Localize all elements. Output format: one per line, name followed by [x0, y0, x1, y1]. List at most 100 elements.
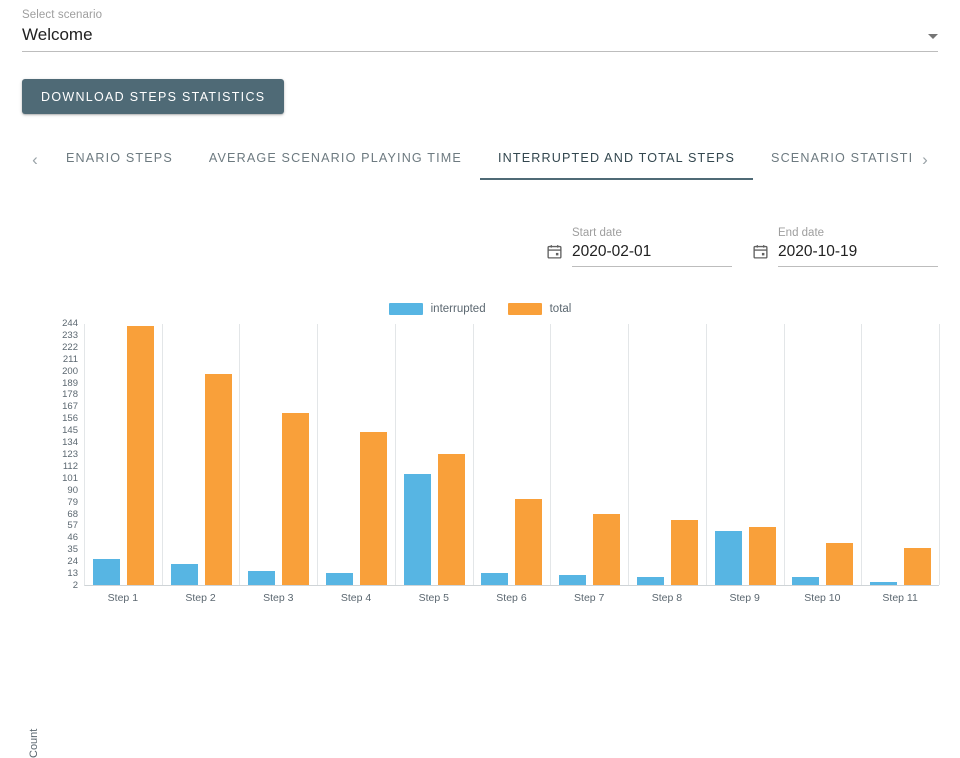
- tab-bar: ‹ ENARIO STEPS AVERAGE SCENARIO PLAYING …: [22, 138, 938, 180]
- y-axis-title: Count: [28, 729, 40, 758]
- bar-group: [240, 324, 318, 585]
- chart-plot-area: [84, 324, 939, 586]
- chevron-down-icon[interactable]: [928, 34, 938, 39]
- end-date-value: 2020-10-19: [778, 243, 857, 260]
- bar-total[interactable]: [205, 374, 232, 585]
- bar-group: [551, 324, 629, 585]
- bar-interrupted[interactable]: [559, 575, 586, 585]
- bar-total[interactable]: [438, 454, 465, 585]
- calendar-icon[interactable]: [546, 243, 563, 260]
- x-tick-label: Step 1: [84, 592, 162, 604]
- bar-total[interactable]: [749, 527, 776, 585]
- start-date-picker[interactable]: Start date 2020-02-01: [546, 226, 732, 267]
- legend-swatch-interrupted: [389, 303, 423, 315]
- y-tick-label: 134: [62, 438, 78, 448]
- y-tick-label: 2: [73, 581, 78, 591]
- bar-group: [318, 324, 396, 585]
- bar-interrupted[interactable]: [404, 474, 431, 586]
- bar-total[interactable]: [826, 543, 853, 585]
- bar-interrupted[interactable]: [715, 531, 742, 585]
- y-tick-label: 200: [62, 367, 78, 377]
- x-axis-labels: Step 1Step 2Step 3Step 4Step 5Step 6Step…: [84, 592, 939, 610]
- tab-interrupted-and-total-steps[interactable]: INTERRUPTED AND TOTAL STEPS: [480, 138, 753, 180]
- y-tick-label: 13: [67, 569, 78, 579]
- y-tick-label: 24: [67, 557, 78, 567]
- y-tick-label: 145: [62, 426, 78, 436]
- bar-interrupted[interactable]: [792, 577, 819, 585]
- bar-group: [629, 324, 707, 585]
- y-tick-label: 68: [67, 510, 78, 520]
- x-tick-label: Step 5: [395, 592, 473, 604]
- bar-interrupted[interactable]: [326, 573, 353, 585]
- bar-total[interactable]: [904, 548, 931, 585]
- legend-swatch-total: [508, 303, 542, 315]
- y-tick-label: 123: [62, 450, 78, 460]
- y-tick-label: 90: [67, 486, 78, 496]
- bar-total[interactable]: [593, 514, 620, 585]
- bar-group: [707, 324, 785, 585]
- tabs-scroll-right-icon[interactable]: ›: [912, 151, 938, 168]
- end-date-picker[interactable]: End date 2020-10-19: [752, 226, 938, 267]
- scenario-select-value: Welcome: [22, 24, 93, 46]
- interrupted-and-total-steps-chart: Count 2442332222112001891781671561451341…: [0, 318, 960, 609]
- x-tick-label: Step 11: [861, 592, 939, 604]
- bar-total[interactable]: [671, 520, 698, 585]
- x-tick-label: Step 2: [162, 592, 240, 604]
- bar-total[interactable]: [282, 413, 309, 585]
- y-tick-label: 101: [62, 474, 78, 484]
- y-tick-label: 189: [62, 379, 78, 389]
- y-axis-ticks: 2442332222112001891781671561451341231121…: [42, 318, 78, 591]
- start-date-input[interactable]: 2020-02-01: [572, 242, 732, 267]
- bar-group: [396, 324, 474, 585]
- y-tick-label: 112: [63, 462, 78, 472]
- bar-group: [474, 324, 552, 585]
- y-tick-label: 46: [67, 533, 78, 543]
- bar-total[interactable]: [515, 499, 542, 585]
- download-steps-statistics-button[interactable]: DOWNLOAD STEPS STATISTICS: [22, 79, 284, 114]
- scenario-select-label: Select scenario: [22, 8, 938, 22]
- bar-group: [85, 324, 163, 585]
- y-tick-label: 244: [62, 319, 78, 329]
- start-date-label: Start date: [572, 226, 732, 240]
- x-tick-label: Step 9: [706, 592, 784, 604]
- y-tick-label: 79: [67, 498, 78, 508]
- bar-group: [785, 324, 863, 585]
- tab-average-scenario-playing-time[interactable]: AVERAGE SCENARIO PLAYING TIME: [191, 138, 480, 180]
- x-tick-label: Step 7: [550, 592, 628, 604]
- legend-label: total: [550, 303, 572, 315]
- bar-interrupted[interactable]: [637, 577, 664, 585]
- scenario-select[interactable]: Select scenario Welcome: [22, 8, 938, 52]
- y-tick-label: 156: [62, 414, 78, 424]
- x-tick-label: Step 8: [628, 592, 706, 604]
- y-tick-label: 211: [63, 355, 78, 365]
- chart-legend: interrupted total: [0, 303, 960, 315]
- bar-interrupted[interactable]: [870, 582, 897, 585]
- y-tick-label: 167: [62, 402, 78, 412]
- bar-group: [862, 324, 940, 585]
- bar-total[interactable]: [360, 432, 387, 585]
- bar-interrupted[interactable]: [171, 564, 198, 585]
- x-tick-label: Step 10: [784, 592, 862, 604]
- y-tick-label: 57: [67, 521, 78, 531]
- legend-label: interrupted: [431, 303, 486, 315]
- end-date-label: End date: [778, 226, 938, 240]
- end-date-input[interactable]: 2020-10-19: [778, 242, 938, 267]
- bar-interrupted[interactable]: [93, 559, 120, 585]
- bar-interrupted[interactable]: [248, 571, 275, 585]
- x-tick-label: Step 4: [317, 592, 395, 604]
- bar-interrupted[interactable]: [481, 573, 508, 585]
- tab-list: ENARIO STEPS AVERAGE SCENARIO PLAYING TI…: [48, 138, 912, 180]
- legend-item-total[interactable]: total: [508, 303, 572, 315]
- start-date-value: 2020-02-01: [572, 243, 651, 260]
- tabs-scroll-left-icon[interactable]: ‹: [22, 151, 48, 168]
- scenario-select-control[interactable]: Welcome: [22, 24, 938, 52]
- calendar-icon[interactable]: [752, 243, 769, 260]
- tab-scenario-statistics[interactable]: SCENARIO STATISTICS: [753, 138, 912, 180]
- y-tick-label: 178: [62, 390, 78, 400]
- x-tick-label: Step 6: [473, 592, 551, 604]
- bar-group: [163, 324, 241, 585]
- y-tick-label: 35: [67, 545, 78, 555]
- legend-item-interrupted[interactable]: interrupted: [389, 303, 486, 315]
- bar-total[interactable]: [127, 326, 154, 585]
- tab-scenario-steps[interactable]: ENARIO STEPS: [48, 138, 191, 180]
